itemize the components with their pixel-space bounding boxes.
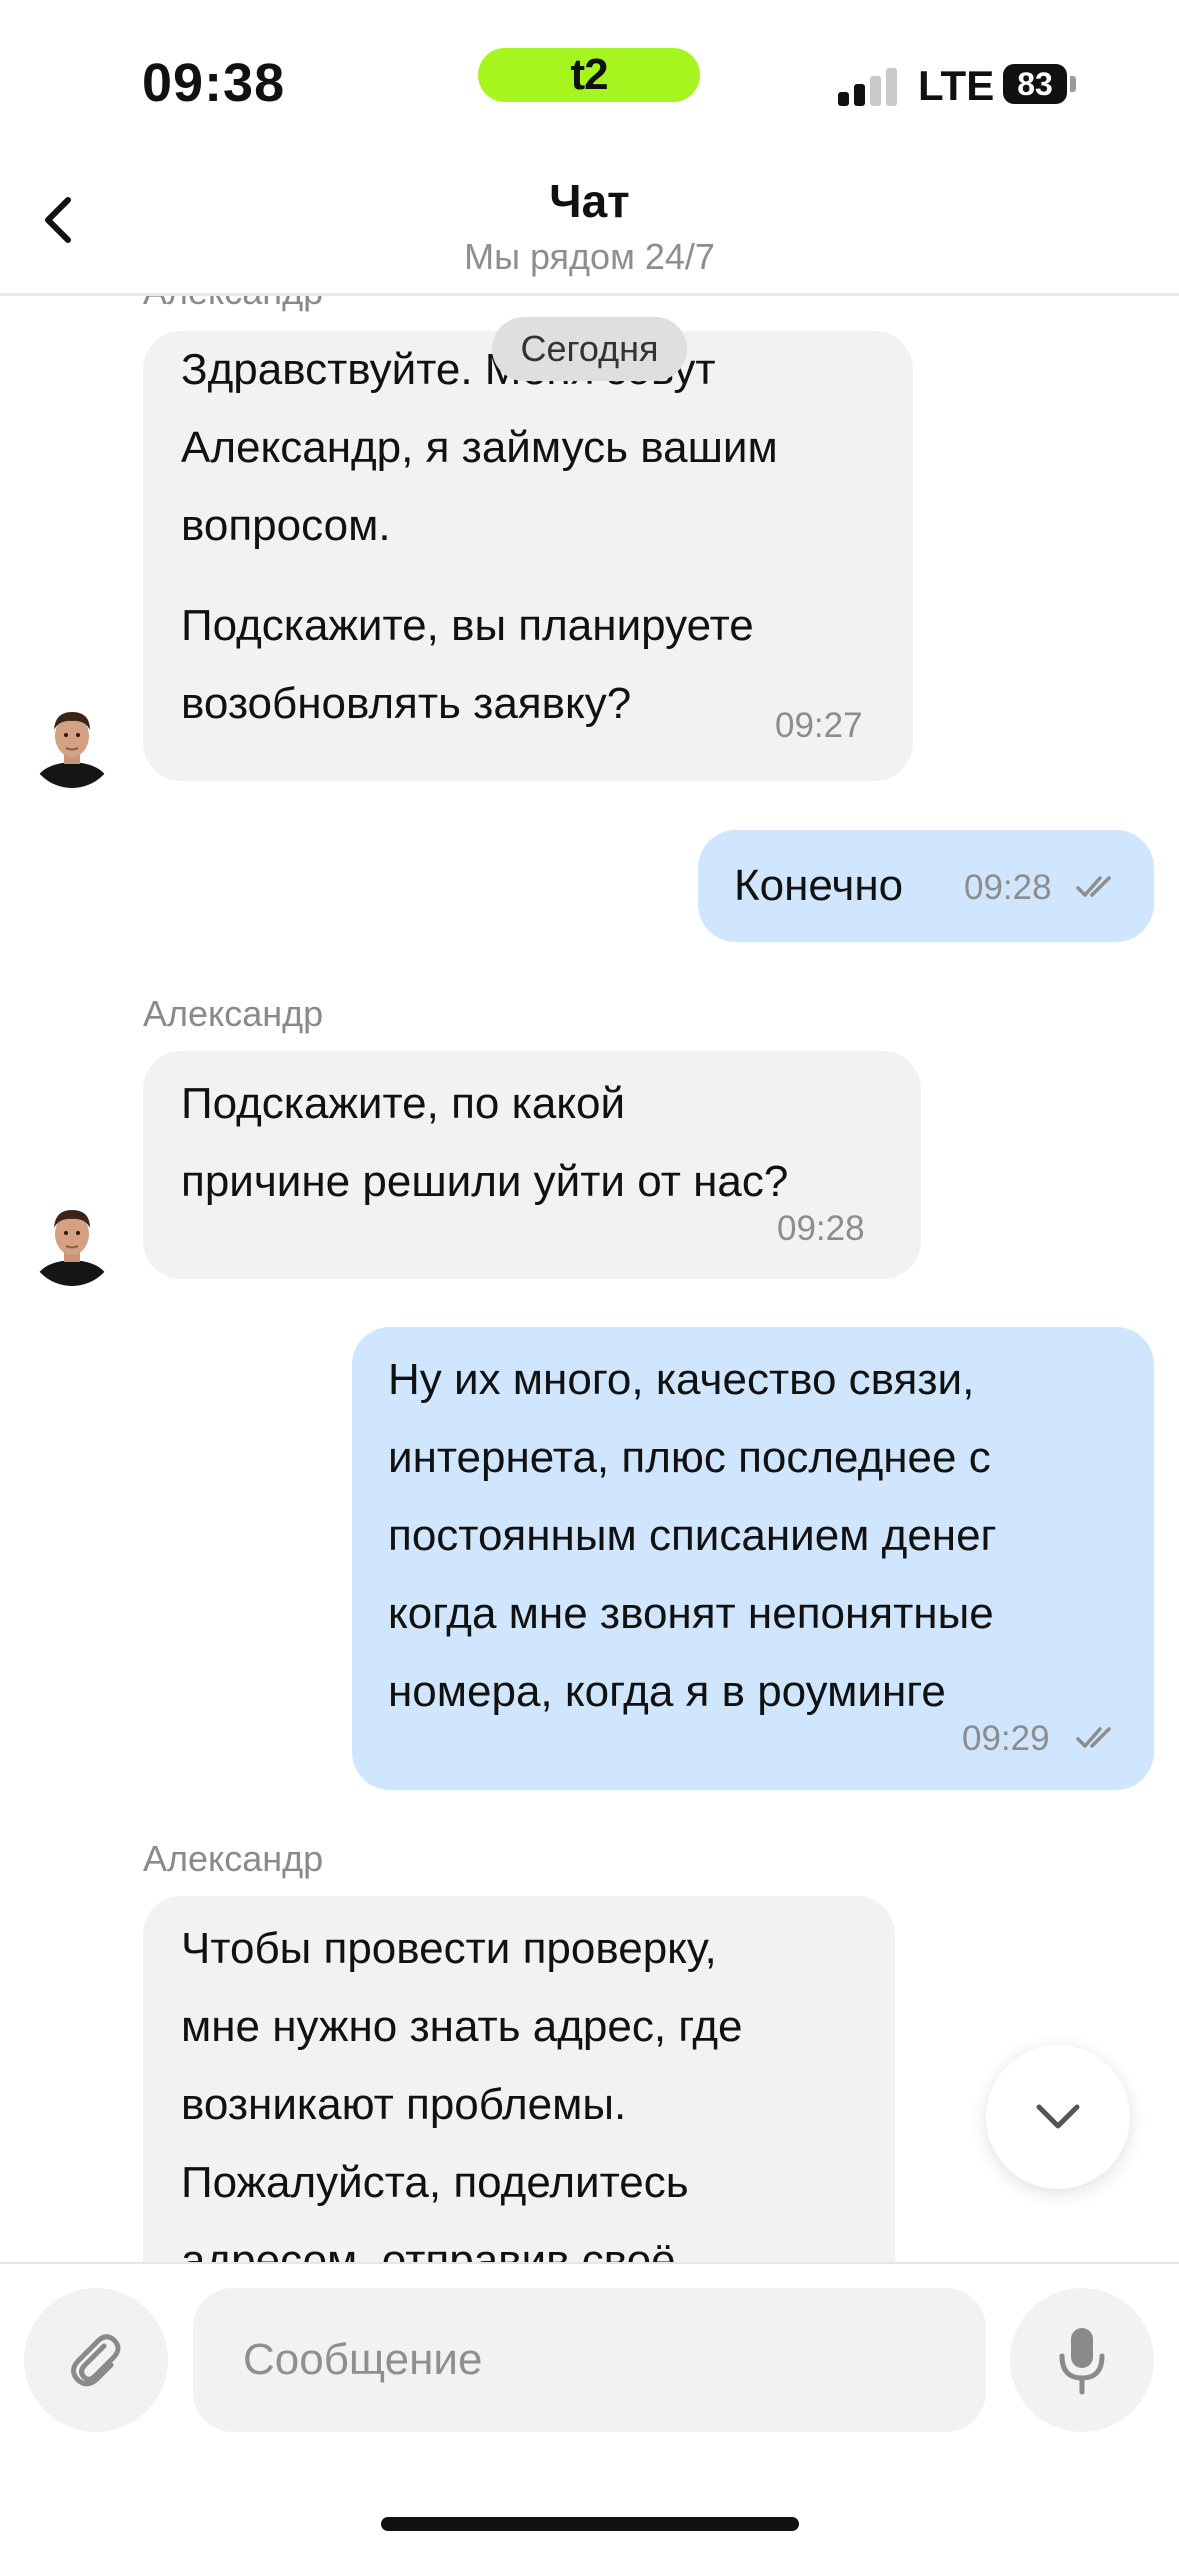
scroll-to-bottom-button[interactable] [986, 2045, 1130, 2189]
message-line: интернета, плюс последнее с [388, 1433, 991, 1482]
battery-level: 83 [1017, 66, 1053, 102]
network-type: LTE [918, 62, 995, 109]
outgoing-message[interactable]: Конечно 09:28 [698, 830, 1154, 942]
status-bar: 09:38 t2 LTE 83 [0, 0, 1179, 150]
message-input[interactable] [193, 2288, 986, 2432]
message-line: номера, когда я в роуминге [388, 1667, 946, 1716]
battery-tip [1070, 76, 1076, 92]
message-line: вопросом. [181, 501, 391, 550]
incoming-message[interactable]: Подскажите, по какой причине решили уйти… [143, 1051, 921, 1279]
paperclip-icon [71, 2334, 121, 2387]
message-time: 09:28 [964, 868, 1052, 907]
agent-avatar [28, 700, 116, 788]
message-line: Подскажите, вы планируете [181, 601, 754, 650]
home-indicator[interactable] [381, 2517, 799, 2531]
message-line: адресом, отправив своё [181, 2236, 676, 2263]
message-line: причине решили уйти от нас? [181, 1157, 789, 1206]
sender-name: Александр [143, 1838, 324, 1879]
message-line: мне нужно знать адрес, где [181, 2002, 743, 2051]
agent-avatar [28, 1198, 116, 1286]
date-separator: Сегодня [492, 317, 687, 381]
double-check-icon [1076, 876, 1111, 897]
message-line: Чтобы провести проверку, [181, 1924, 717, 1973]
message-composer [0, 2262, 1179, 2558]
message-text: Ну их много, качество связи, интернета, … [388, 1341, 997, 1731]
page-subtitle: Мы рядом 24/7 [464, 236, 715, 277]
message-list[interactable]: Александр Сегодня Здравствуйте. Меня зов… [0, 293, 1179, 2263]
message-time: 09:27 [775, 706, 863, 745]
message-line: возобновлять заявку? [181, 679, 632, 728]
message-line: Пожалуйста, поделитесь [181, 2158, 689, 2207]
signal-icon [838, 66, 898, 106]
message-text: Здравствуйте. Меня зовут Александр, я за… [181, 331, 778, 565]
message-line: Подскажите, по какой [181, 1079, 626, 1128]
message-line: возникают проблемы. [181, 2080, 627, 2129]
sender-name: Александр [143, 293, 323, 313]
attach-button[interactable] [24, 2288, 168, 2432]
status-time: 09:38 [142, 53, 286, 113]
incoming-message[interactable]: Здравствуйте. Меня зовут Александр, я за… [143, 331, 913, 781]
message-line: Конечно [734, 861, 904, 910]
carrier-label: t2 [570, 50, 608, 99]
message-line: Александр, я займусь вашим [181, 423, 778, 472]
message-text: Чтобы провести проверку, мне нужно знать… [181, 1910, 743, 2263]
microphone-button[interactable] [1010, 2288, 1154, 2432]
message-text: Подскажите, вы планируете возобновлять з… [181, 587, 754, 743]
message-line: когда мне звонят непонятные [388, 1589, 994, 1638]
battery-icon: 83 [1003, 64, 1067, 104]
message-line: Здравствуйте. Меня зовут [181, 345, 716, 394]
double-check-icon [1076, 1727, 1111, 1748]
microphone-icon [1059, 2328, 1105, 2395]
carrier-pill: t2 [478, 48, 700, 102]
sender-name: Александр [143, 993, 324, 1034]
incoming-message[interactable]: Чтобы провести проверку, мне нужно знать… [143, 1896, 895, 2263]
message-line: постоянным списанием денег [388, 1511, 997, 1560]
chevron-down-icon [1036, 2104, 1080, 2129]
chat-header: Чат Мы рядом 24/7 [0, 150, 1179, 296]
outgoing-message[interactable]: Ну их много, качество связи, интернета, … [352, 1327, 1154, 1790]
message-time: 09:29 [962, 1719, 1050, 1758]
message-line: Ну их много, качество связи, [388, 1355, 975, 1404]
message-text: Подскажите, по какой причине решили уйти… [181, 1065, 788, 1221]
message-time: 09:28 [777, 1209, 865, 1248]
page-title: Чат [549, 175, 630, 227]
